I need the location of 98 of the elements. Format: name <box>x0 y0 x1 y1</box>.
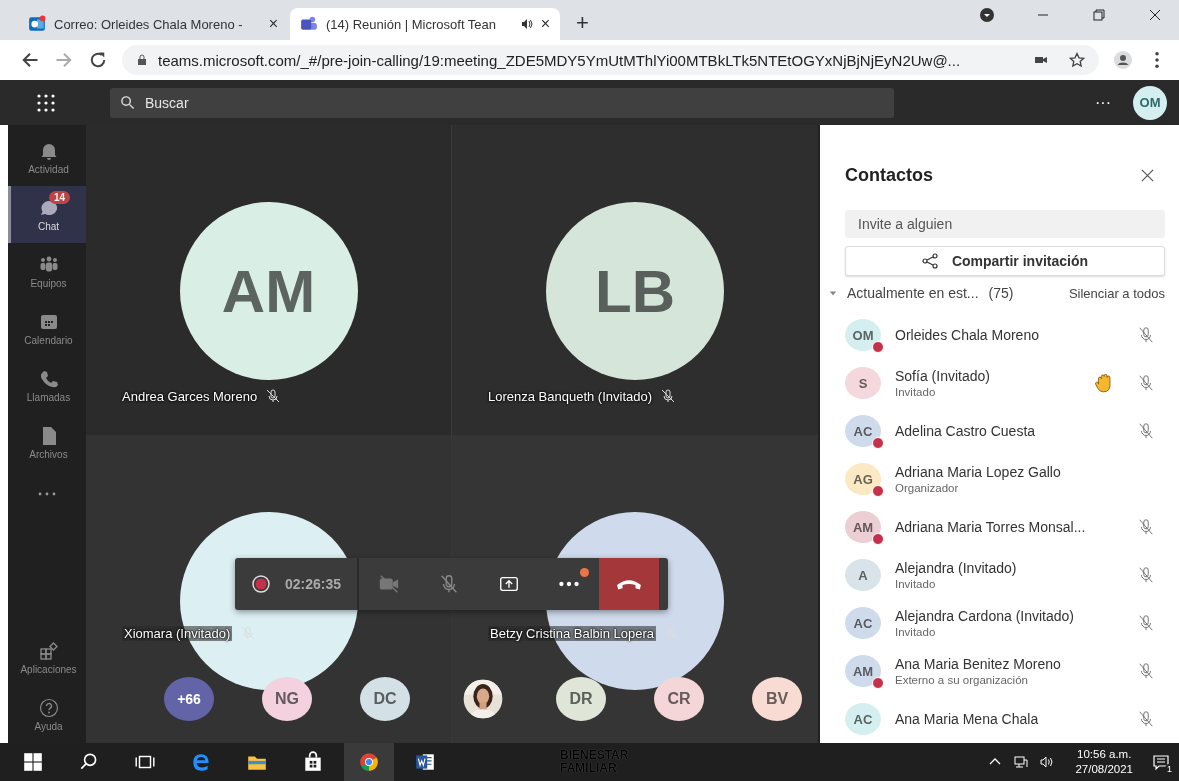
sidebar-item[interactable]: Equipos <box>8 243 86 300</box>
invite-field[interactable]: Invite a alguien <box>845 209 1165 238</box>
profile-icon[interactable] <box>1113 50 1133 70</box>
sidebar-item[interactable]: Llamadas <box>8 357 86 414</box>
profile-avatar[interactable]: OM <box>1133 85 1167 120</box>
more-options-button[interactable]: ··· <box>1095 93 1111 112</box>
tab-title: (14) Reunión | Microsoft Tean <box>326 16 498 32</box>
participant-avatar: OM <box>845 319 881 351</box>
participant-avatar: A <box>845 559 881 591</box>
participant-name: Adriana Maria Torres Monsal... <box>895 519 1087 535</box>
muted-mic-icon[interactable] <box>1137 326 1155 344</box>
url-text: teams.microsoft.com/_#/pre-join-calling/19:meeting_ZDE5MDY5YmUtMThlYi00MTBkLTk5NTEtOGYxNjBjNjEyN2Uw@... <box>158 51 962 69</box>
participant-avatar: AC <box>845 703 881 735</box>
browser-tab[interactable]: Correo: Orleides Chala Moreno - × <box>18 8 288 40</box>
participant-role: Externo a su organización <box>895 674 1029 686</box>
participant-avatar: S <box>845 367 881 399</box>
participant-role: Organizador <box>895 482 960 494</box>
phone-icon <box>38 368 59 389</box>
sidebar-item[interactable]: Aplicaciones <box>8 629 86 686</box>
caret-icon[interactable] <box>829 289 837 298</box>
network-icon[interactable] <box>1013 754 1030 770</box>
hang-up-button[interactable] <box>599 558 660 610</box>
avatar-circle: LB <box>546 202 724 380</box>
app-launcher-icon[interactable] <box>36 92 56 113</box>
participant-avatar: AM <box>845 655 881 687</box>
volume-icon[interactable] <box>1039 754 1056 770</box>
four-squares-icon[interactable] <box>22 751 44 773</box>
mail-icon <box>28 15 46 33</box>
share-invitation-button[interactable]: Compartir invitación <box>845 245 1165 276</box>
participant-name: Sofía (Invitado) <box>895 368 991 384</box>
profile-dropdown-icon[interactable] <box>979 7 995 23</box>
participant-name: Adelina Castro Cuesta <box>895 423 1037 439</box>
help-icon <box>38 697 59 718</box>
address-bar[interactable]: teams.microsoft.com/_#/pre-join-calling/19:meeting_ZDE5MDY5YmUtMThlYi00MTBkLTk5NTEtOGYxNjBjNjEyN2Uw@... <box>122 45 1099 75</box>
participant-role: Invitado <box>895 626 937 638</box>
call-timer: 02:26:35 <box>285 576 342 592</box>
muted-mic-icon[interactable] <box>1137 566 1155 584</box>
document-app-icon[interactable] <box>414 751 436 773</box>
back-icon[interactable] <box>20 50 40 70</box>
muted-mic-icon[interactable] <box>1137 662 1155 680</box>
participant-name: Alejandra (Invitado) <box>895 560 1018 576</box>
people-icon <box>300 15 318 33</box>
close-icon[interactable] <box>1140 167 1155 183</box>
muted-mic-icon[interactable] <box>1137 374 1155 392</box>
browser-icon[interactable] <box>190 751 212 773</box>
clock-time: 10:56 a.m. <box>1077 747 1132 762</box>
more-apps-icon[interactable] <box>37 491 57 497</box>
participant-count: (75) <box>988 285 1014 302</box>
participant-name: Andrea Garces Moreno <box>122 388 258 404</box>
participant-name: Alejandra Cardona (Invitado) <box>895 608 1075 624</box>
participant-name: Lorenza Banqueth (Invitado) <box>488 388 653 404</box>
participant-name: Betzy Cristina Balbin Lopera <box>488 625 657 641</box>
apps-icon <box>38 640 59 661</box>
new-tab-button[interactable]: + <box>562 10 603 40</box>
sidebar-item[interactable]: Actividad <box>8 129 86 186</box>
search-input[interactable]: Buscar <box>143 93 884 112</box>
circle-browser-icon <box>358 751 380 773</box>
people-icon <box>38 254 59 275</box>
participant-avatar: AC <box>845 607 881 639</box>
browser-tab[interactable]: (14) Reunión | Microsoft Tean × <box>290 8 560 40</box>
lock-icon <box>136 54 148 66</box>
reload-icon[interactable] <box>88 50 108 70</box>
search-field[interactable]: Buscar <box>110 87 894 118</box>
notification-count: 1 <box>1165 764 1174 774</box>
participant-avatar: AM <box>845 511 881 543</box>
participant-avatar: AG <box>845 463 881 495</box>
participant-name: Orleides Chala Moreno <box>895 327 1040 343</box>
participant-role: Invitado <box>895 578 937 590</box>
sidebar-item[interactable]: Archivos <box>8 414 86 471</box>
sidebar-item[interactable]: 14 Chat <box>8 186 86 243</box>
speech-bubble-icon <box>1153 754 1169 770</box>
close-tab-button[interactable]: × <box>540 15 550 33</box>
muted-mic-icon[interactable] <box>1137 518 1155 536</box>
mute-all-link[interactable]: Silenciar a todos <box>1068 285 1165 301</box>
share-icon <box>921 252 938 269</box>
sidebar-item[interactable]: Ayuda <box>8 686 86 743</box>
search-icon <box>120 95 135 110</box>
muted-mic-icon[interactable] <box>1137 422 1155 440</box>
participant-name: Adriana Maria Lopez Gallo <box>895 464 1062 480</box>
participant-name: Ana Maria Mena Chala <box>895 711 1040 727</box>
shopping-bag-icon[interactable] <box>302 751 324 773</box>
participant-role: Invitado <box>895 386 937 398</box>
clock-date: 27/08/2021 <box>1075 762 1133 777</box>
muted-mic-icon[interactable] <box>1137 614 1155 632</box>
tab-title: Correo: Orleides Chala Moreno - <box>54 16 244 32</box>
avatar-circle: AM <box>179 202 358 380</box>
participant-name: Ana Maria Benitez Moreno <box>895 656 1062 672</box>
taskbar-app-button[interactable] <box>344 743 394 781</box>
section-title: Actualmente en est... <box>847 285 979 302</box>
muted-mic-icon[interactable] <box>1137 710 1155 728</box>
unread-badge: 14 <box>49 191 71 204</box>
close-tab-button[interactable]: × <box>268 15 278 33</box>
restore-icon[interactable] <box>1091 7 1107 23</box>
sidebar-item[interactable]: Calendario <box>8 300 86 357</box>
participant-avatar: AC <box>845 415 881 447</box>
star-icon[interactable] <box>1069 52 1085 68</box>
panel-title: Contactos <box>845 164 933 186</box>
close-icon[interactable] <box>1147 7 1163 23</box>
